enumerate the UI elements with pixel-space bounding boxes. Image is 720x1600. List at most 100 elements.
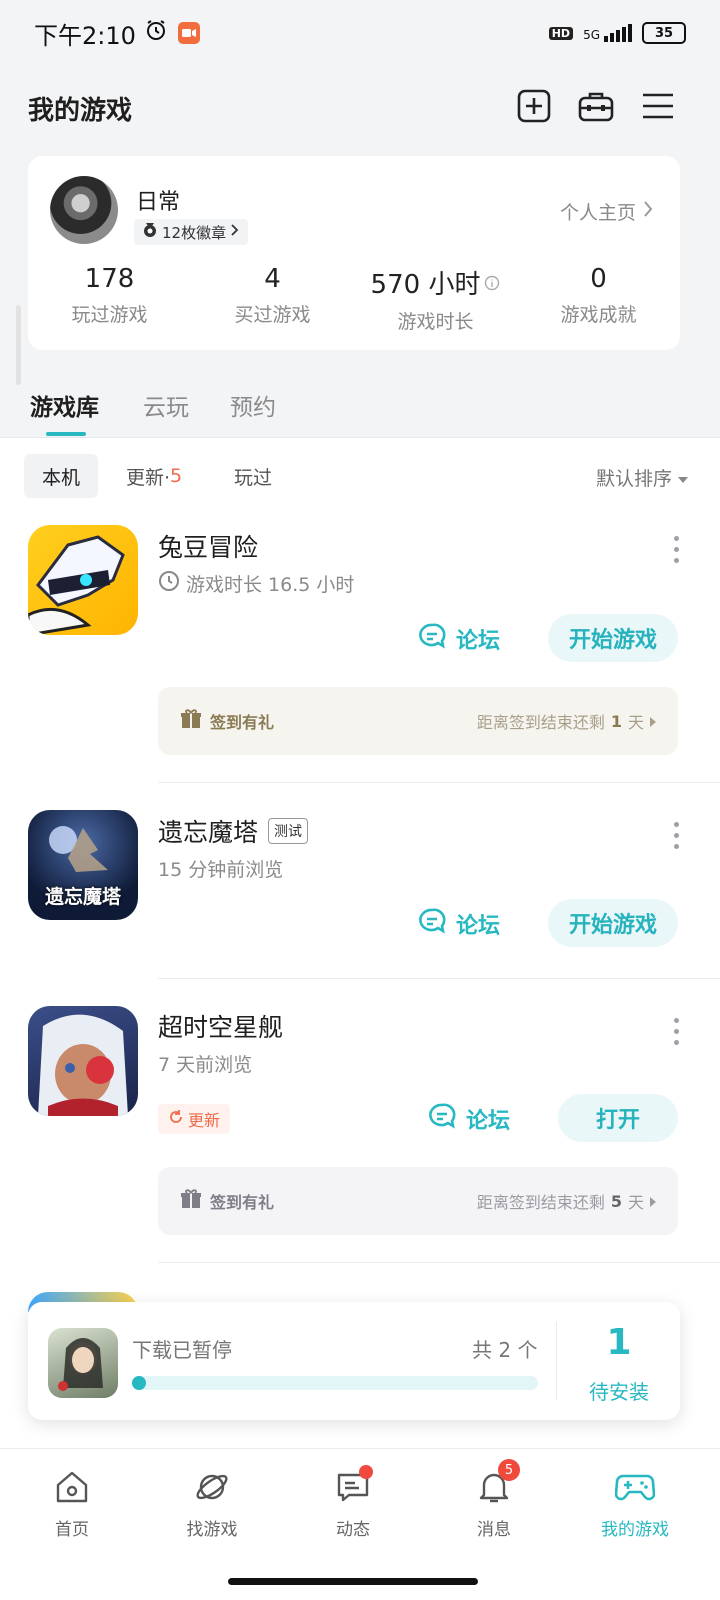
forum-button[interactable]: 论坛: [428, 1102, 510, 1136]
stat-value: 4: [264, 264, 281, 294]
forum-icon: [418, 907, 446, 941]
signin-unit: 天: [627, 713, 644, 732]
pending-install-label[interactable]: 待安装: [558, 1376, 680, 1405]
download-card[interactable]: 下载已暂停 共 2 个 1 待安装: [28, 1302, 680, 1420]
game-last-viewed: 15 分钟前浏览: [158, 859, 284, 881]
chevron-right-icon: [642, 200, 654, 223]
nav-feed[interactable]: 动态: [281, 1465, 425, 1540]
more-options-icon[interactable]: [672, 536, 680, 563]
caret-right-icon: [650, 712, 656, 731]
update-label: 更新: [188, 1111, 221, 1130]
divider: [158, 978, 720, 979]
more-options-icon[interactable]: [672, 822, 680, 849]
start-game-button[interactable]: 开始游戏: [548, 614, 678, 662]
filter-played[interactable]: 玩过: [216, 454, 290, 498]
game-last-viewed: 7 天前浏览: [158, 1054, 253, 1076]
divider: [158, 1262, 720, 1263]
home-icon: [52, 1467, 92, 1507]
stat-value-wrap: 570 小时: [354, 264, 517, 301]
stat-playtime[interactable]: 570 小时 游戏时长: [354, 264, 517, 334]
profile-link[interactable]: 个人主页: [560, 198, 654, 225]
stat-played[interactable]: 178 玩过游戏: [28, 264, 191, 327]
game-title: 兔豆冒险: [158, 533, 259, 562]
page-title: 我的游戏: [28, 96, 133, 126]
stat-bought[interactable]: 4 买过游戏: [191, 264, 354, 327]
filter-local[interactable]: 本机: [24, 454, 99, 498]
more-options-icon[interactable]: [672, 1018, 680, 1045]
game-icon-caption: 遗忘魔塔: [44, 886, 121, 908]
start-game-button[interactable]: 开始游戏: [548, 899, 678, 947]
status-time: 下午2:10: [34, 21, 136, 50]
stat-achievements[interactable]: 0 游戏成就: [517, 264, 680, 327]
planet-icon: [192, 1467, 232, 1507]
divider: [0, 437, 720, 438]
nav-label: 动态: [336, 1520, 370, 1540]
nav-label: 首页: [55, 1520, 89, 1540]
profile-link-label: 个人主页: [559, 202, 636, 224]
notification-dot: [359, 1465, 373, 1479]
user-name: 日常: [136, 190, 181, 215]
filter-update-label: 更新·: [126, 466, 171, 489]
nav-find-games[interactable]: 找游戏: [140, 1467, 284, 1540]
update-badge: 更新: [158, 1104, 231, 1134]
refresh-icon: [168, 1109, 184, 1129]
forum-label: 论坛: [456, 914, 501, 939]
forum-button[interactable]: 论坛: [418, 622, 500, 656]
signin-banner[interactable]: 签到有礼 距离签到结束还剩 1 天: [158, 687, 678, 755]
forum-icon: [428, 1102, 456, 1136]
filter-update-count: 5: [170, 465, 183, 487]
clock-icon: [158, 570, 180, 597]
nav-my-games[interactable]: 我的游戏: [563, 1467, 707, 1540]
stat-value: 0: [590, 264, 607, 294]
info-icon[interactable]: [484, 268, 500, 298]
game-icon-tudou[interactable]: [28, 525, 138, 635]
tab-library[interactable]: 游戏库: [30, 388, 99, 422]
test-tag: 测试: [268, 818, 309, 844]
signin-label: 签到有礼: [210, 1193, 275, 1212]
bell-icon: 5: [474, 1459, 520, 1507]
filter-update[interactable]: 更新· 5: [108, 454, 200, 498]
caret-down-icon: [678, 467, 688, 489]
tab-reservation[interactable]: 预约: [230, 388, 276, 422]
nav-messages[interactable]: 5 消息: [422, 1459, 566, 1540]
forum-button[interactable]: 论坛: [418, 907, 500, 941]
forum-label: 论坛: [466, 1109, 511, 1134]
toolbox-icon[interactable]: [578, 88, 614, 124]
game-title: 遗忘魔塔: [158, 818, 259, 847]
signin-remain: 距离签到结束还剩: [476, 713, 605, 732]
sort-dropdown[interactable]: 默认排序: [596, 464, 688, 491]
game-sub-text: 游戏时长 16.5 小时: [186, 574, 355, 596]
game-name[interactable]: 超时空星舰: [158, 1008, 283, 1044]
signin-days: 1: [610, 711, 622, 731]
stat-label: 游戏时长: [397, 311, 474, 333]
game-name[interactable]: 兔豆冒险: [158, 528, 258, 564]
forum-label: 论坛: [456, 629, 501, 654]
nav-label: 消息: [477, 1520, 511, 1540]
nav-label: 我的游戏: [601, 1520, 669, 1540]
signin-banner[interactable]: 签到有礼 距离签到结束还剩 5 天: [158, 1167, 678, 1235]
game-icon-yiwang[interactable]: 遗忘魔塔: [28, 810, 138, 920]
message-count-badge: 5: [498, 1459, 520, 1481]
pending-install-count[interactable]: 1: [558, 1322, 680, 1363]
nav-label: 找游戏: [186, 1520, 238, 1540]
stat-label: 游戏成就: [560, 304, 637, 326]
badge-chip[interactable]: 12枚徽章: [134, 219, 249, 245]
divider: [158, 782, 720, 783]
nav-home[interactable]: 首页: [0, 1467, 144, 1540]
signin-label: 签到有礼: [210, 713, 275, 732]
tab-cloud[interactable]: 云玩: [143, 388, 189, 422]
gamepad-icon: [615, 1467, 655, 1507]
add-game-icon[interactable]: [516, 88, 552, 124]
scroll-indicator: [16, 305, 21, 385]
stat-label: 玩过游戏: [71, 304, 148, 326]
battery-icon: 35: [642, 22, 686, 44]
signal-icon: 5G: [583, 24, 632, 42]
open-game-button[interactable]: 打开: [558, 1094, 678, 1142]
menu-icon[interactable]: [640, 88, 676, 124]
chevron-right-icon: [230, 223, 240, 241]
avatar[interactable]: [50, 176, 118, 244]
game-name[interactable]: 遗忘魔塔 测试: [158, 813, 309, 849]
signin-remain: 距离签到结束还剩: [476, 1193, 605, 1212]
game-icon-chaoshikong[interactable]: [28, 1006, 138, 1116]
profile-card[interactable]: 日常 12枚徽章 个人主页 178 玩过游戏 4 买过游戏 570 小时 游戏时…: [28, 156, 680, 350]
